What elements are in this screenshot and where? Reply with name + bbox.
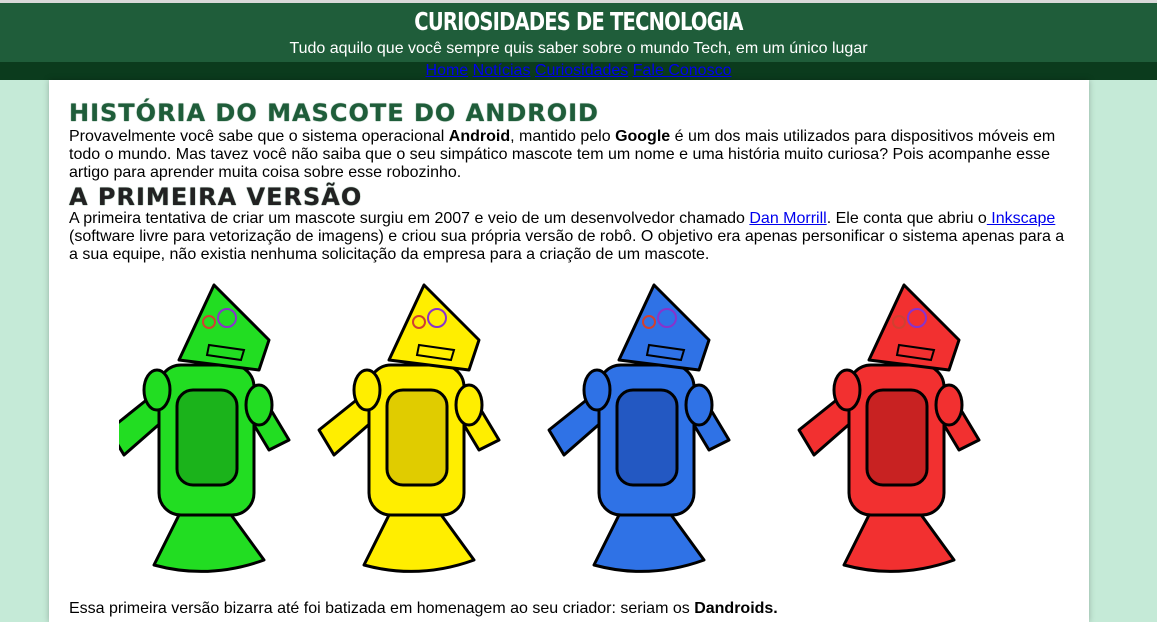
nav-fale-conosco-link[interactable]: Fale Conosco <box>633 62 732 79</box>
nav-curiosidades-link[interactable]: Curiosidades <box>535 62 628 79</box>
intro-bold-google: Google <box>615 128 671 145</box>
robot-figure <box>317 283 501 573</box>
section-title: A PRIMEIRA VERSÃO <box>69 183 363 211</box>
robot-figure <box>547 283 731 573</box>
nav-noticias-link[interactable]: Notícias <box>473 62 531 79</box>
article-title: HISTÓRIA DO MASCOTE DO ANDROID <box>69 99 599 127</box>
section-paragraph: A primeira tentativa de criar um mascote… <box>69 210 1069 264</box>
site-subtitle: Tudo aquilo que você sempre quis saber s… <box>289 40 868 57</box>
site-title: CURIOSIDADES DE TECNOLOGIA <box>414 7 743 36</box>
intro-bold-android: Android <box>448 128 511 145</box>
closing-text: Essa primeira versão bizarra até foi bat… <box>69 600 695 617</box>
section-text-1: A primeira tentativa de criar um mascote… <box>69 210 750 227</box>
robot-figure <box>119 283 291 573</box>
site-header: CURIOSIDADES DE TECNOLOGIA Tudo aquilo q… <box>0 3 1157 62</box>
dandroids-image <box>119 283 981 573</box>
section-text-2: . Ele conta que abriu o <box>826 210 987 227</box>
section-text-3: (software livre para vetorização de imag… <box>69 228 1065 263</box>
intro-text-1: Provavelmente você sabe que o sistema op… <box>69 128 449 145</box>
robot-figure <box>797 283 981 573</box>
intro-paragraph: Provavelmente você sabe que o sistema op… <box>69 128 1069 182</box>
closing-paragraph: Essa primeira versão bizarra até foi bat… <box>69 600 778 618</box>
article-container: HISTÓRIA DO MASCOTE DO ANDROID Provavelm… <box>49 80 1089 622</box>
inkscape-link[interactable]: Inkscape <box>987 210 1055 227</box>
main-nav: Home Notícias Curiosidades Fale Conosco <box>0 62 1157 80</box>
intro-text-2: , mantido pelo <box>510 128 616 145</box>
dan-morrill-link[interactable]: Dan Morrill <box>749 210 826 227</box>
closing-bold-dandroids: Dandroids. <box>694 600 778 617</box>
nav-home-link[interactable]: Home <box>426 62 469 79</box>
